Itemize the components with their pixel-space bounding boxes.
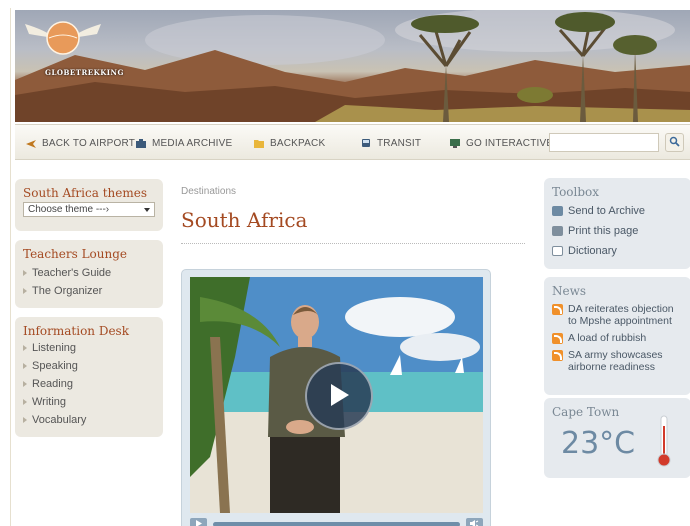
nav-label: GO INTERACTIVE — [466, 137, 554, 149]
teachers-item-organizer[interactable]: The Organizer — [23, 282, 155, 300]
toolbox-title: Toolbox — [552, 185, 600, 199]
dictionary-icon — [552, 246, 563, 256]
play-small-icon — [195, 518, 202, 526]
play-toggle-button[interactable] — [190, 518, 207, 526]
nav-label: MEDIA ARCHIVE — [152, 137, 233, 149]
toolbox-box: Toolbox Send to Archive Print this page … — [544, 178, 690, 269]
thermometer-icon — [656, 414, 672, 471]
information-desk-title: Information Desk — [23, 324, 129, 338]
play-button[interactable] — [305, 362, 373, 430]
nav-label: BACKPACK — [270, 137, 326, 149]
printer-icon — [552, 226, 563, 236]
chevron-down-icon — [144, 207, 150, 212]
theme-select-value: Choose theme ---› — [28, 204, 110, 215]
nav-label: BACK TO AIRPORT — [42, 137, 136, 149]
transit-icon — [360, 138, 372, 149]
page: GLOBETREKKING BACK TO AIRPORT MEDIA ARCH… — [10, 8, 690, 526]
rss-icon — [552, 304, 563, 315]
volume-button[interactable] — [466, 518, 483, 526]
teachers-lounge-box: Teachers Lounge Teacher's Guide The Orga… — [15, 240, 163, 308]
news-title: News — [552, 284, 587, 298]
breadcrumb[interactable]: Destinations — [181, 186, 236, 197]
info-item-listening[interactable]: Listening — [23, 339, 155, 357]
themes-title: South Africa themes — [23, 186, 147, 200]
search-button[interactable] — [665, 133, 684, 152]
header-banner: GLOBETREKKING — [15, 10, 690, 122]
play-icon — [327, 382, 351, 411]
volume-icon — [470, 518, 479, 526]
folder-icon — [253, 138, 265, 149]
weather-box: Cape Town 23°C — [544, 398, 690, 478]
page-title: South Africa — [181, 208, 308, 232]
theme-select[interactable]: Choose theme ---› — [23, 202, 155, 217]
send-to-archive-link[interactable]: Send to Archive — [552, 201, 683, 221]
print-page-link[interactable]: Print this page — [552, 221, 683, 241]
information-desk-box: Information Desk Listening Speaking Read… — [15, 317, 163, 437]
news-item[interactable]: SA army showcases airborne readiness — [552, 349, 683, 373]
video-player — [181, 269, 491, 526]
news-item[interactable]: DA reiterates objection to Mpshe appoint… — [552, 303, 683, 327]
archive-icon — [552, 206, 563, 216]
title-divider — [181, 243, 525, 244]
airplane-icon — [25, 138, 37, 149]
bullet-arrow-icon — [23, 345, 27, 351]
logo-text: GLOBETREKKING — [45, 68, 124, 77]
bullet-arrow-icon — [23, 270, 27, 276]
info-item-vocabulary[interactable]: Vocabulary — [23, 411, 155, 429]
rss-icon — [552, 333, 563, 344]
search-input[interactable] — [549, 133, 659, 152]
info-item-writing[interactable]: Writing — [23, 393, 155, 411]
dictionary-link[interactable]: Dictionary — [552, 241, 683, 261]
globetrekking-logo — [25, 21, 101, 55]
bullet-arrow-icon — [23, 381, 27, 387]
info-item-reading[interactable]: Reading — [23, 375, 155, 393]
nav-media-archive[interactable]: MEDIA ARCHIVE — [135, 136, 232, 150]
bullet-arrow-icon — [23, 399, 27, 405]
weather-temperature: 23°C — [561, 426, 636, 461]
main-nav: BACK TO AIRPORT MEDIA ARCHIVE BACKPACK T… — [15, 124, 690, 160]
nav-backpack[interactable]: BACKPACK — [253, 136, 325, 150]
bullet-arrow-icon — [23, 288, 27, 294]
news-box: News DA reiterates objection to Mpshe ap… — [544, 277, 690, 395]
teachers-item-guide[interactable]: Teacher's Guide — [23, 264, 155, 282]
themes-box: South Africa themes Choose theme ---› — [15, 179, 163, 231]
teachers-lounge-title: Teachers Lounge — [23, 247, 128, 261]
bullet-arrow-icon — [23, 417, 27, 423]
bullet-arrow-icon — [23, 363, 27, 369]
video-controls — [190, 518, 483, 526]
computer-icon — [449, 138, 461, 149]
video-area[interactable] — [190, 277, 483, 513]
search-icon — [669, 136, 680, 150]
landscape-image — [15, 10, 690, 122]
video-progress-track[interactable] — [213, 521, 460, 526]
rss-icon — [552, 350, 563, 361]
nav-label: TRANSIT — [377, 137, 422, 149]
nav-transit[interactable]: TRANSIT — [360, 136, 421, 150]
camera-icon — [135, 138, 147, 149]
info-item-speaking[interactable]: Speaking — [23, 357, 155, 375]
nav-go-interactive[interactable]: GO INTERACTIVE — [449, 136, 553, 150]
nav-back-to-airport[interactable]: BACK TO AIRPORT — [25, 136, 135, 150]
news-item[interactable]: A load of rubbish — [552, 332, 683, 344]
